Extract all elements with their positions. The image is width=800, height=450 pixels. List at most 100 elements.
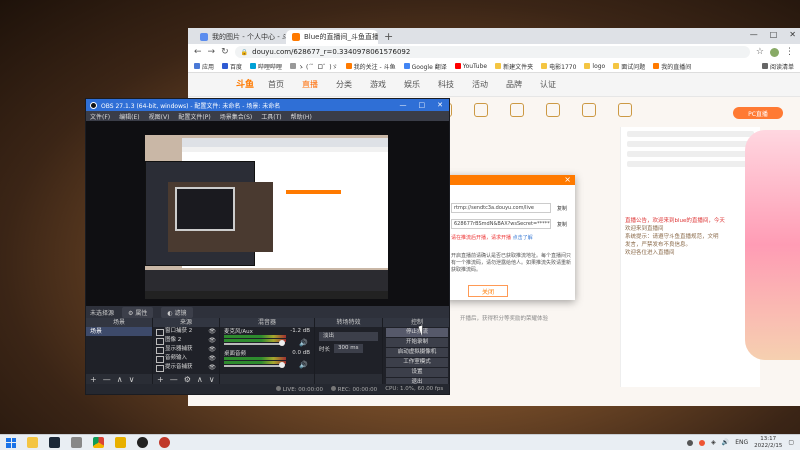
remove-icon[interactable]: — bbox=[103, 375, 111, 384]
transition-select[interactable]: 淡出 bbox=[319, 332, 378, 341]
nav-tech[interactable]: 科技 bbox=[438, 79, 454, 90]
notification-icon[interactable]: ▢ bbox=[788, 439, 794, 446]
bookmark-bilibili[interactable]: 哔哩哔哩 bbox=[250, 62, 282, 71]
menu-help[interactable]: 帮助(H) bbox=[291, 112, 312, 121]
close-button[interactable]: ✕ bbox=[437, 101, 443, 109]
nav-cert[interactable]: 认证 bbox=[540, 79, 556, 90]
menu-scene-collection[interactable]: 场景集合(S) bbox=[220, 112, 253, 121]
bookmark-my-live[interactable]: 我的直播间 bbox=[653, 62, 691, 71]
chrome-icon[interactable] bbox=[93, 437, 104, 450]
bookmark-movie[interactable]: 电影1770 bbox=[541, 62, 576, 71]
mascot-banner[interactable] bbox=[745, 130, 800, 360]
speaker-icon[interactable]: 🔊 bbox=[299, 361, 308, 369]
bookmark-emoticon[interactable]: ゝ (ˊ゜ロ゜)ゞ bbox=[290, 62, 338, 71]
source-item[interactable]: 窗口捕获 2 👁 bbox=[153, 327, 219, 336]
filters-button[interactable]: ◐ 滤镜 bbox=[161, 306, 193, 318]
settings-icon[interactable] bbox=[582, 103, 596, 117]
media-player-icon[interactable] bbox=[159, 437, 170, 448]
maximize-button[interactable]: □ bbox=[770, 30, 778, 39]
site-logo[interactable]: 斗鱼 bbox=[236, 77, 254, 90]
menu-tools[interactable]: 工具(T) bbox=[261, 112, 281, 121]
bookmark-youtube[interactable]: YouTube bbox=[454, 63, 487, 70]
folder-app-icon[interactable] bbox=[115, 437, 126, 448]
close-button[interactable]: ✕ bbox=[789, 30, 796, 39]
upload-icon[interactable] bbox=[510, 103, 524, 117]
source-item[interactable]: 图像 2 👁 bbox=[153, 336, 219, 345]
bookmark-google-translate[interactable]: Google 翻译 bbox=[403, 62, 447, 71]
menu-edit[interactable]: 编辑(E) bbox=[119, 112, 139, 121]
studio-mode-button[interactable]: 工作室模式 bbox=[386, 358, 448, 367]
move-up-icon[interactable]: ∧ bbox=[117, 375, 123, 384]
learn-more-link[interactable]: 点击了解 bbox=[513, 235, 533, 241]
dialog-close-button[interactable]: 关闭 bbox=[468, 285, 508, 297]
add-icon[interactable]: + bbox=[157, 375, 164, 384]
add-icon[interactable]: + bbox=[90, 375, 97, 384]
nav-entertainment[interactable]: 娱乐 bbox=[404, 79, 420, 90]
bookmark-apps[interactable]: 应用 bbox=[194, 62, 214, 71]
eye-icon[interactable]: 👁 bbox=[208, 345, 216, 354]
settings-icon[interactable] bbox=[71, 437, 82, 448]
source-item[interactable]: 音频输入 👁 bbox=[153, 354, 219, 363]
bookmark-baidu[interactable]: 百度 bbox=[222, 62, 242, 71]
move-up-icon[interactable]: ∧ bbox=[197, 375, 203, 384]
gear-icon[interactable]: ⚙ bbox=[184, 375, 191, 384]
menu-profile[interactable]: 配置文件(P) bbox=[178, 112, 210, 121]
move-down-icon[interactable]: ∨ bbox=[209, 375, 215, 384]
network-icon[interactable]: ◈ bbox=[711, 439, 716, 446]
minimize-button[interactable]: — bbox=[750, 30, 758, 39]
minimize-button[interactable]: — bbox=[400, 101, 407, 109]
volume-slider[interactable] bbox=[224, 362, 285, 368]
bookmark-douyu-follow[interactable]: 我的关注 - 斗鱼 bbox=[345, 62, 396, 71]
move-down-icon[interactable]: ∨ bbox=[129, 375, 135, 384]
source-item[interactable]: 提示音捕获 👁 bbox=[153, 363, 219, 372]
url-input[interactable]: 🔒 douyu.com/628677_r=0.3340978061576092 bbox=[234, 46, 750, 58]
reading-list[interactable]: 阅读清单 bbox=[761, 62, 794, 71]
star-icon[interactable]: ☆ bbox=[756, 47, 764, 57]
bookmark-new-folder[interactable]: 新建文件夹 bbox=[495, 62, 533, 71]
nav-events[interactable]: 活动 bbox=[472, 79, 488, 90]
menu-icon[interactable]: ⋮ bbox=[785, 47, 794, 57]
menu-view[interactable]: 视图(V) bbox=[149, 112, 170, 121]
volume-slider[interactable] bbox=[224, 340, 285, 346]
profile-avatar[interactable] bbox=[770, 47, 779, 57]
start-recording-button[interactable]: 开始录制 bbox=[386, 338, 448, 347]
tray-app-icon[interactable] bbox=[687, 439, 694, 446]
speaker-icon[interactable]: 🔊 bbox=[299, 339, 308, 347]
volume-icon[interactable]: 🔊 bbox=[722, 439, 729, 446]
replay-icon[interactable] bbox=[546, 103, 560, 117]
tab-douyu-profile[interactable]: 我的图片 - 个人中心 - 斗鱼 ✕ bbox=[194, 30, 286, 44]
remove-icon[interactable]: — bbox=[170, 375, 178, 384]
source-item[interactable]: 显示器捕获 👁 bbox=[153, 345, 219, 354]
language-indicator[interactable]: ENG bbox=[735, 439, 748, 446]
settings-button[interactable]: 设置 bbox=[386, 368, 448, 377]
maximize-button[interactable]: □ bbox=[419, 101, 426, 109]
rtmp-url-field[interactable]: rtmp://sendtc3a.douyu.com/live bbox=[451, 203, 551, 213]
eye-icon[interactable]: 👁 bbox=[208, 363, 216, 372]
start-button[interactable] bbox=[6, 437, 16, 448]
back-button[interactable]: ← bbox=[194, 47, 202, 57]
new-tab-button[interactable]: + bbox=[378, 30, 399, 44]
video-icon[interactable] bbox=[618, 103, 632, 117]
duration-input[interactable]: 300 ms bbox=[334, 344, 363, 353]
eye-icon[interactable]: 👁 bbox=[208, 327, 216, 336]
file-explorer-icon[interactable] bbox=[27, 437, 38, 448]
tray-app-icon[interactable] bbox=[699, 439, 706, 446]
scene-item[interactable]: 场景 bbox=[86, 327, 152, 336]
properties-button[interactable]: ⚙ 属性 bbox=[122, 306, 154, 318]
copy-url-button[interactable]: 复制 bbox=[557, 205, 567, 212]
obs-preview[interactable] bbox=[86, 121, 449, 306]
virtual-camera-button[interactable]: 启动虚拟摄像机 bbox=[386, 348, 448, 357]
apply-icon[interactable] bbox=[474, 103, 488, 117]
nav-category[interactable]: 分类 bbox=[336, 79, 352, 90]
forward-button[interactable]: → bbox=[208, 47, 216, 57]
nav-game[interactable]: 游戏 bbox=[370, 79, 386, 90]
tab-douyu-live[interactable]: Blue的直播间_斗鱼直播 ✕ bbox=[286, 30, 378, 44]
dialog-close-icon[interactable]: × bbox=[564, 175, 571, 184]
clock[interactable]: 13:17 2022/2/15 bbox=[754, 436, 782, 450]
menu-file[interactable]: 文件(F) bbox=[90, 112, 110, 121]
nav-brand[interactable]: 品牌 bbox=[506, 79, 522, 90]
pc-live-button[interactable]: PC直播 bbox=[733, 107, 783, 119]
copy-key-button[interactable]: 复制 bbox=[557, 221, 567, 228]
stop-streaming-button[interactable]: 停止推流 bbox=[386, 328, 448, 337]
nav-live[interactable]: 直播 bbox=[302, 79, 318, 90]
